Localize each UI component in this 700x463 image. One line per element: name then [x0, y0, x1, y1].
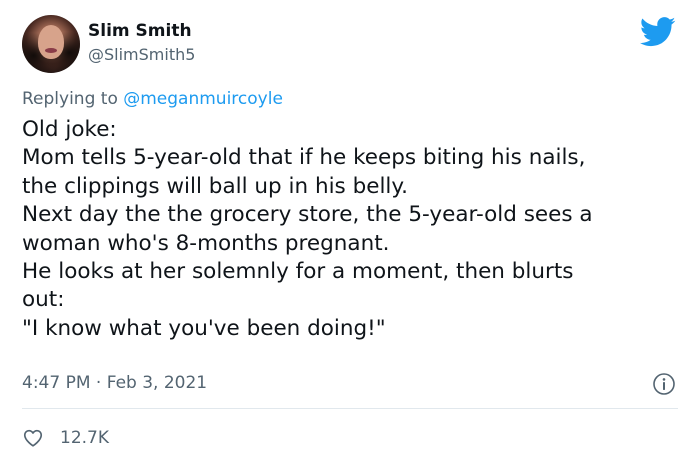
info-icon[interactable] [652, 372, 676, 396]
tweet-text: Old joke: Mom tells 5-year-old that if h… [22, 116, 682, 343]
like-count: 12.7K [60, 428, 109, 448]
divider [22, 408, 678, 409]
heart-icon [23, 429, 43, 447]
tweet-time: 4:47 PM [22, 373, 91, 393]
tweet-text-line: woman who's 8-months pregnant. [22, 230, 390, 256]
tweet-text-line: "I know what you've been doing!" [22, 315, 386, 341]
tweet-card: Slim Smith @SlimSmith5 Replying to @mega… [0, 0, 700, 463]
avatar-face [38, 25, 64, 59]
tweet-text-line: the clippings will ball up in his belly. [22, 173, 408, 199]
reply-prefix: Replying to [22, 89, 124, 109]
tweet-text-line: Old joke: [22, 117, 117, 142]
tweet-timestamp[interactable]: 4:47 PM · Feb 3, 2021 [22, 372, 207, 394]
tweet-date: Feb 3, 2021 [106, 373, 208, 393]
meta-separator: · [90, 373, 107, 393]
avatar-lips [45, 48, 57, 53]
reply-context: Replying to @meganmuircoyle [22, 88, 283, 110]
tweet-text-line: Mom tells 5-year-old that if he keeps bi… [22, 145, 586, 171]
tweet-text-line: out: [22, 287, 65, 313]
tweet-text-line: He looks at her solemnly for a moment, t… [22, 259, 574, 285]
reply-mention-link[interactable]: @meganmuircoyle [123, 89, 283, 109]
like-button[interactable]: 12.7K [22, 426, 109, 450]
tweet-text-line: Next day the the grocery store, the 5-ye… [22, 202, 593, 228]
avatar[interactable] [22, 15, 80, 73]
author-display-name[interactable]: Slim Smith [88, 21, 192, 41]
author-handle[interactable]: @SlimSmith5 [88, 45, 195, 65]
twitter-bird-icon[interactable] [640, 17, 676, 47]
